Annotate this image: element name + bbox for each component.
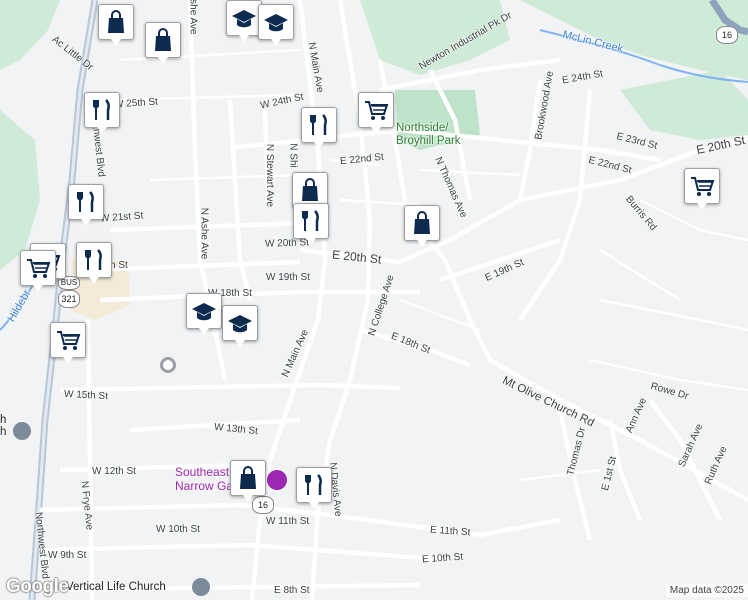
school-icon bbox=[264, 14, 288, 32]
street-label: N Ashe Ave bbox=[198, 207, 210, 260]
restaurant-icon bbox=[305, 474, 322, 495]
google-logo: Google bbox=[6, 576, 69, 597]
street-label: N Stewart Ave bbox=[264, 143, 276, 208]
marker-school[interactable] bbox=[258, 4, 294, 46]
marker-restaurant[interactable] bbox=[296, 467, 332, 509]
marker-shopping-bag[interactable] bbox=[404, 205, 440, 247]
shopping-bag-icon bbox=[302, 178, 318, 201]
marker-shopping-bag[interactable] bbox=[98, 4, 134, 46]
street-label: N Shi bbox=[287, 143, 299, 168]
street-label: h St bbox=[110, 260, 128, 271]
cart-icon bbox=[27, 259, 51, 278]
school-icon bbox=[192, 303, 216, 321]
street-label: Ashe Ave bbox=[187, 0, 199, 35]
map-base bbox=[0, 0, 748, 600]
street-label: W 20th St bbox=[264, 237, 310, 250]
street-label: W 19th St bbox=[266, 272, 310, 283]
marker-school[interactable] bbox=[222, 305, 258, 347]
map-canvas[interactable]: 16 16 321 BUS Northside/ Broyhill Park M… bbox=[0, 0, 748, 600]
restaurant-icon bbox=[93, 99, 110, 120]
marker-restaurant[interactable] bbox=[293, 203, 329, 245]
marker-restaurant[interactable] bbox=[301, 107, 337, 149]
marker-grocery-cart[interactable] bbox=[358, 92, 394, 134]
street-label: W 12th St bbox=[92, 466, 136, 477]
marker-shopping-bag[interactable] bbox=[230, 460, 266, 502]
route-16-shield: 16 bbox=[716, 26, 738, 44]
restaurant-icon bbox=[302, 210, 319, 231]
shopping-bag-icon bbox=[108, 10, 124, 33]
marker-shopping-bag[interactable] bbox=[145, 22, 181, 64]
map-attribution[interactable]: Map data ©2025 bbox=[665, 584, 748, 597]
marker-grocery-cart[interactable] bbox=[20, 250, 56, 292]
shopping-bag-icon bbox=[240, 466, 256, 489]
route-321-shield: 321 bbox=[58, 290, 80, 308]
cart-icon bbox=[691, 177, 715, 196]
shopping-bag-icon bbox=[414, 211, 430, 234]
park-label: Northside/ Broyhill Park bbox=[396, 122, 461, 147]
shopping-bag-icon bbox=[155, 28, 171, 51]
church-label: Vertical Life Church bbox=[66, 581, 166, 593]
street-label: W 15th St bbox=[63, 388, 109, 403]
marker-grocery-cart[interactable] bbox=[684, 168, 720, 210]
marker-restaurant[interactable] bbox=[76, 242, 112, 284]
marker-school[interactable] bbox=[186, 293, 222, 335]
restaurant-icon bbox=[85, 249, 102, 270]
restaurant-icon bbox=[77, 191, 94, 212]
marker-grocery-cart[interactable] bbox=[50, 322, 86, 364]
street-label: W 10th St bbox=[156, 524, 200, 535]
marker-restaurant[interactable] bbox=[68, 184, 104, 226]
street-label: E 8th St bbox=[274, 585, 310, 596]
partial-church-label: h h bbox=[0, 414, 7, 438]
restaurant-icon bbox=[310, 114, 327, 135]
street-label: W 9th St bbox=[48, 550, 87, 561]
marker-school[interactable] bbox=[226, 0, 262, 42]
cart-icon bbox=[57, 331, 81, 350]
cart-icon bbox=[365, 101, 389, 120]
school-icon bbox=[228, 315, 252, 333]
street-label: W 11th St bbox=[266, 516, 310, 527]
marker-restaurant[interactable] bbox=[84, 92, 120, 134]
school-icon bbox=[232, 10, 256, 28]
route-16-shield: 16 bbox=[252, 496, 274, 514]
